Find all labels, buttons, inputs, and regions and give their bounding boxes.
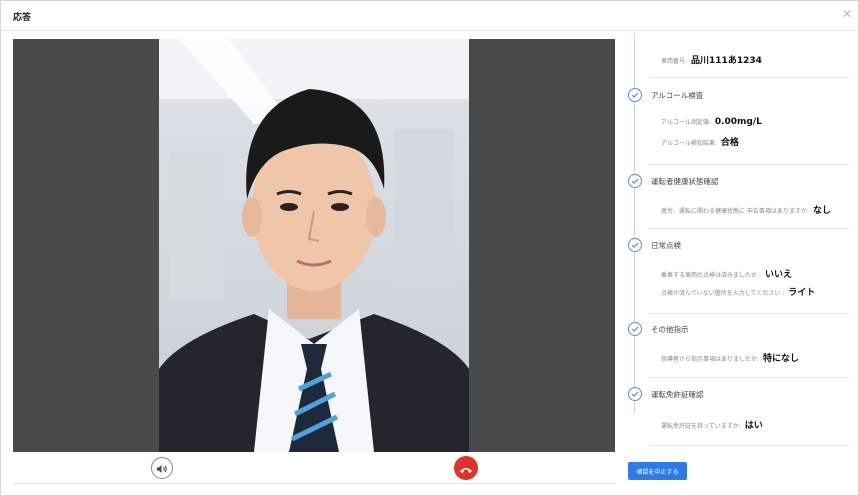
row-value: ライト [788, 288, 816, 298]
divider [649, 377, 849, 378]
volume-button[interactable] [151, 457, 173, 479]
call-dialog: 応答 ✕ 車両番号: 品川111あ1234 アルコール検査 アルコール測定値: … [0, 0, 859, 496]
divider [649, 228, 849, 229]
dialog-title: 応答 [13, 13, 32, 23]
step-title: アルコール検査 [651, 91, 704, 100]
phone-hangup-icon [459, 459, 473, 478]
cancel-check-button[interactable]: 確認を中止する [628, 462, 687, 480]
row-label: アルコール検知結果: [661, 140, 717, 147]
speaker-icon [156, 459, 168, 478]
step-row: 運転免許証を持っていますか: はい [661, 418, 763, 431]
step-title: 日常点検 [651, 241, 681, 250]
step-row: アルコール測定値: 0.00mg/L [661, 117, 762, 127]
divider [649, 164, 849, 165]
row-label: 指導者から指示事項はありましたか: [661, 356, 760, 363]
row-value: 合格 [720, 138, 739, 148]
call-controls [13, 452, 615, 484]
row-value: 0.00mg/L [714, 117, 762, 127]
row-value: 特になし [763, 354, 800, 364]
row-value: いいえ [764, 270, 792, 280]
row-label: アルコール測定値: [661, 119, 711, 126]
divider [649, 77, 849, 78]
check-icon [628, 238, 642, 252]
row-label: 点検が済んでいない箇所を入力してください : [661, 290, 785, 297]
row-label: 車両番号: [661, 58, 688, 65]
step-row: 疲労、運転に関わる健康状態に 申告事項はありますか: なし [661, 203, 831, 216]
close-icon[interactable]: ✕ [842, 8, 852, 20]
check-steps-panel: 車両番号: 品川111あ1234 アルコール検査 アルコール測定値: 0.00m… [621, 33, 849, 463]
check-icon [628, 322, 642, 336]
row-value: 品川111あ1234 [691, 56, 762, 66]
step-title: 運転免許証確認 [651, 390, 704, 399]
step-row: 指導者から指示事項はありましたか: 特になし [661, 351, 799, 364]
row-label: 運転免許証を持っていますか: [661, 423, 741, 430]
divider [649, 313, 849, 314]
row-value: はい [744, 421, 763, 431]
step-row: 点検が済んでいない箇所を入力してください : ライト [661, 285, 815, 298]
step-title: その他指示 [651, 325, 689, 334]
check-icon [628, 174, 642, 188]
check-icon [628, 88, 642, 102]
step-title: 運転者健康状態確認 [651, 177, 719, 186]
row-label: 乗車する車両の点検は済みましたか : [661, 272, 761, 279]
caller-video-image [159, 39, 469, 452]
step-row: 乗車する車両の点検は済みましたか : いいえ [661, 267, 792, 280]
step-row: アルコール検知結果: 合格 [661, 135, 739, 148]
check-icon [628, 387, 642, 401]
step-row: 車両番号: 品川111あ1234 [661, 53, 762, 66]
row-label: 疲労、運転に関わる健康状態に 申告事項はありますか: [661, 208, 809, 215]
video-feed [13, 39, 615, 452]
divider [649, 445, 849, 446]
row-value: なし [812, 206, 831, 216]
hangup-button[interactable] [454, 456, 478, 480]
dialog-header: 応答 ✕ [1, 1, 858, 31]
